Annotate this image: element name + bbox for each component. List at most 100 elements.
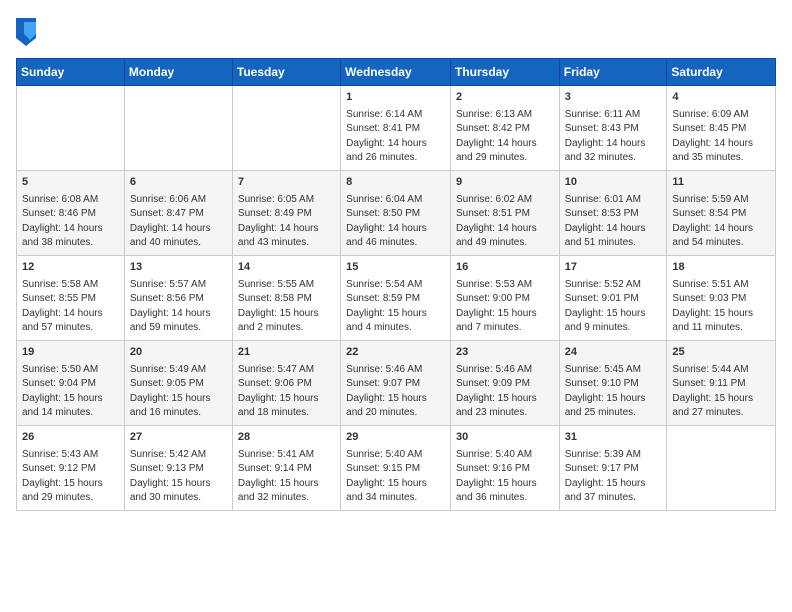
calendar-day-13: 13 Sunrise: 5:57 AM Sunset: 8:56 PM Dayli… [124, 255, 232, 340]
day-number: 2 [456, 90, 554, 106]
calendar-day-30: 30Sunrise: 5:40 AM Sunset: 9:16 PM Dayli… [450, 425, 559, 510]
day-number: 1 [346, 90, 445, 106]
day-number: 13 [130, 260, 227, 276]
day-number: 31 [565, 430, 662, 446]
calendar-day-19: 19 Sunrise: 5:50 AM Sunset: 9:04 PM Dayli… [17, 340, 125, 425]
day-info: Sunrise: 5:39 AM Sunset: 9:17 PM Dayligh… [565, 448, 662, 506]
day-info: Sunrise: 5:55 AM Sunset: 8:58 PM Dayligh… [238, 278, 335, 336]
day-info: Sunrise: 5:49 AM Sunset: 9:05 PM Dayligh… [130, 363, 227, 421]
day-number: 19 [22, 345, 119, 361]
calendar-day-3: 3Sunrise: 6:11 AM Sunset: 8:43 PM Daylig… [559, 86, 667, 171]
day-number: 30 [456, 430, 554, 446]
calendar-week-row: 19 Sunrise: 5:50 AM Sunset: 9:04 PM Dayli… [17, 340, 776, 425]
day-info: Sunrise: 5:41 AM Sunset: 9:14 PM Dayligh… [238, 448, 335, 506]
day-info: Sunrise: 5:46 AM Sunset: 9:07 PM Dayligh… [346, 363, 445, 421]
calendar-day-8: 8 Sunrise: 6:04 AM Sunset: 8:50 PM Daylig… [341, 170, 451, 255]
calendar-week-row: 12 Sunrise: 5:58 AM Sunset: 8:55 PM Dayli… [17, 255, 776, 340]
day-info: Sunrise: 5:59 AM Sunset: 8:54 PM Dayligh… [672, 193, 770, 251]
day-info: Sunrise: 5:53 AM Sunset: 9:00 PM Dayligh… [456, 278, 554, 336]
calendar-day-1: 1 Sunrise: 6:14 AM Sunset: 8:41 PM Daylig… [341, 86, 451, 171]
day-info: Sunrise: 5:47 AM Sunset: 9:06 PM Dayligh… [238, 363, 335, 421]
day-number: 27 [130, 430, 227, 446]
day-number: 25 [672, 345, 770, 361]
day-info: Sunrise: 6:05 AM Sunset: 8:49 PM Dayligh… [238, 193, 335, 251]
calendar-empty-cell [17, 86, 125, 171]
day-header-tuesday: Tuesday [232, 59, 340, 86]
day-number: 14 [238, 260, 335, 276]
day-number: 12 [22, 260, 119, 276]
day-info: Sunrise: 5:57 AM Sunset: 8:56 PM Dayligh… [130, 278, 227, 336]
day-header-monday: Monday [124, 59, 232, 86]
calendar-day-12: 12 Sunrise: 5:58 AM Sunset: 8:55 PM Dayli… [17, 255, 125, 340]
day-number: 26 [22, 430, 119, 446]
calendar-header-row: SundayMondayTuesdayWednesdayThursdayFrid… [17, 59, 776, 86]
day-info: Sunrise: 5:58 AM Sunset: 8:55 PM Dayligh… [22, 278, 119, 336]
day-number: 24 [565, 345, 662, 361]
day-info: Sunrise: 5:44 AM Sunset: 9:11 PM Dayligh… [672, 363, 770, 421]
day-info: Sunrise: 5:46 AM Sunset: 9:09 PM Dayligh… [456, 363, 554, 421]
calendar-day-5: 5 Sunrise: 6:08 AM Sunset: 8:46 PM Daylig… [17, 170, 125, 255]
day-info: Sunrise: 5:54 AM Sunset: 8:59 PM Dayligh… [346, 278, 445, 336]
day-number: 29 [346, 430, 445, 446]
day-number: 15 [346, 260, 445, 276]
calendar-day-14: 14 Sunrise: 5:55 AM Sunset: 8:58 PM Dayli… [232, 255, 340, 340]
day-info: Sunrise: 5:42 AM Sunset: 9:13 PM Dayligh… [130, 448, 227, 506]
calendar-day-4: 4 Sunrise: 6:09 AM Sunset: 8:45 PM Daylig… [667, 86, 776, 171]
calendar-day-28: 28 Sunrise: 5:41 AM Sunset: 9:14 PM Dayli… [232, 425, 340, 510]
day-number: 23 [456, 345, 554, 361]
calendar-day-23: 23 Sunrise: 5:46 AM Sunset: 9:09 PM Dayli… [450, 340, 559, 425]
calendar-empty-cell [667, 425, 776, 510]
calendar-day-24: 24 Sunrise: 5:45 AM Sunset: 9:10 PM Dayli… [559, 340, 667, 425]
day-info: Sunrise: 6:02 AM Sunset: 8:51 PM Dayligh… [456, 193, 554, 251]
page-header [16, 16, 776, 46]
day-info: Sunrise: 6:04 AM Sunset: 8:50 PM Dayligh… [346, 193, 445, 251]
calendar-day-15: 15 Sunrise: 5:54 AM Sunset: 8:59 PM Dayli… [341, 255, 451, 340]
calendar-day-25: 25 Sunrise: 5:44 AM Sunset: 9:11 PM Dayli… [667, 340, 776, 425]
day-number: 9 [456, 175, 554, 191]
day-info: Sunrise: 5:45 AM Sunset: 9:10 PM Dayligh… [565, 363, 662, 421]
day-number: 5 [22, 175, 119, 191]
calendar-empty-cell [124, 86, 232, 171]
day-info: Sunrise: 5:51 AM Sunset: 9:03 PM Dayligh… [672, 278, 770, 336]
calendar-day-18: 18Sunrise: 5:51 AM Sunset: 9:03 PM Dayli… [667, 255, 776, 340]
day-number: 21 [238, 345, 335, 361]
calendar-day-2: 2 Sunrise: 6:13 AM Sunset: 8:42 PM Daylig… [450, 86, 559, 171]
day-header-friday: Friday [559, 59, 667, 86]
calendar-empty-cell [232, 86, 340, 171]
day-info: Sunrise: 6:09 AM Sunset: 8:45 PM Dayligh… [672, 108, 770, 166]
calendar-day-9: 9 Sunrise: 6:02 AM Sunset: 8:51 PM Daylig… [450, 170, 559, 255]
calendar-week-row: 1 Sunrise: 6:14 AM Sunset: 8:41 PM Daylig… [17, 86, 776, 171]
calendar-day-6: 6 Sunrise: 6:06 AM Sunset: 8:47 PM Daylig… [124, 170, 232, 255]
calendar-day-21: 21 Sunrise: 5:47 AM Sunset: 9:06 PM Dayli… [232, 340, 340, 425]
day-header-saturday: Saturday [667, 59, 776, 86]
day-number: 28 [238, 430, 335, 446]
day-info: Sunrise: 6:13 AM Sunset: 8:42 PM Dayligh… [456, 108, 554, 166]
day-info: Sunrise: 5:52 AM Sunset: 9:01 PM Dayligh… [565, 278, 662, 336]
day-info: Sunrise: 5:50 AM Sunset: 9:04 PM Dayligh… [22, 363, 119, 421]
day-number: 4 [672, 90, 770, 106]
day-header-sunday: Sunday [17, 59, 125, 86]
day-number: 7 [238, 175, 335, 191]
calendar-day-26: 26Sunrise: 5:43 AM Sunset: 9:12 PM Dayli… [17, 425, 125, 510]
day-number: 20 [130, 345, 227, 361]
day-number: 11 [672, 175, 770, 191]
calendar-day-11: 11 Sunrise: 5:59 AM Sunset: 8:54 PM Dayli… [667, 170, 776, 255]
day-info: Sunrise: 6:11 AM Sunset: 8:43 PM Dayligh… [565, 108, 662, 166]
calendar-day-10: 10Sunrise: 6:01 AM Sunset: 8:53 PM Dayli… [559, 170, 667, 255]
day-number: 17 [565, 260, 662, 276]
day-header-wednesday: Wednesday [341, 59, 451, 86]
day-number: 6 [130, 175, 227, 191]
logo [16, 16, 40, 46]
day-number: 16 [456, 260, 554, 276]
day-info: Sunrise: 5:40 AM Sunset: 9:15 PM Dayligh… [346, 448, 445, 506]
day-info: Sunrise: 6:14 AM Sunset: 8:41 PM Dayligh… [346, 108, 445, 166]
day-header-thursday: Thursday [450, 59, 559, 86]
calendar-week-row: 5 Sunrise: 6:08 AM Sunset: 8:46 PM Daylig… [17, 170, 776, 255]
day-number: 8 [346, 175, 445, 191]
day-info: Sunrise: 6:06 AM Sunset: 8:47 PM Dayligh… [130, 193, 227, 251]
calendar-day-20: 20 Sunrise: 5:49 AM Sunset: 9:05 PM Dayli… [124, 340, 232, 425]
calendar-day-7: 7 Sunrise: 6:05 AM Sunset: 8:49 PM Daylig… [232, 170, 340, 255]
day-info: Sunrise: 6:08 AM Sunset: 8:46 PM Dayligh… [22, 193, 119, 251]
day-number: 22 [346, 345, 445, 361]
calendar-week-row: 26Sunrise: 5:43 AM Sunset: 9:12 PM Dayli… [17, 425, 776, 510]
